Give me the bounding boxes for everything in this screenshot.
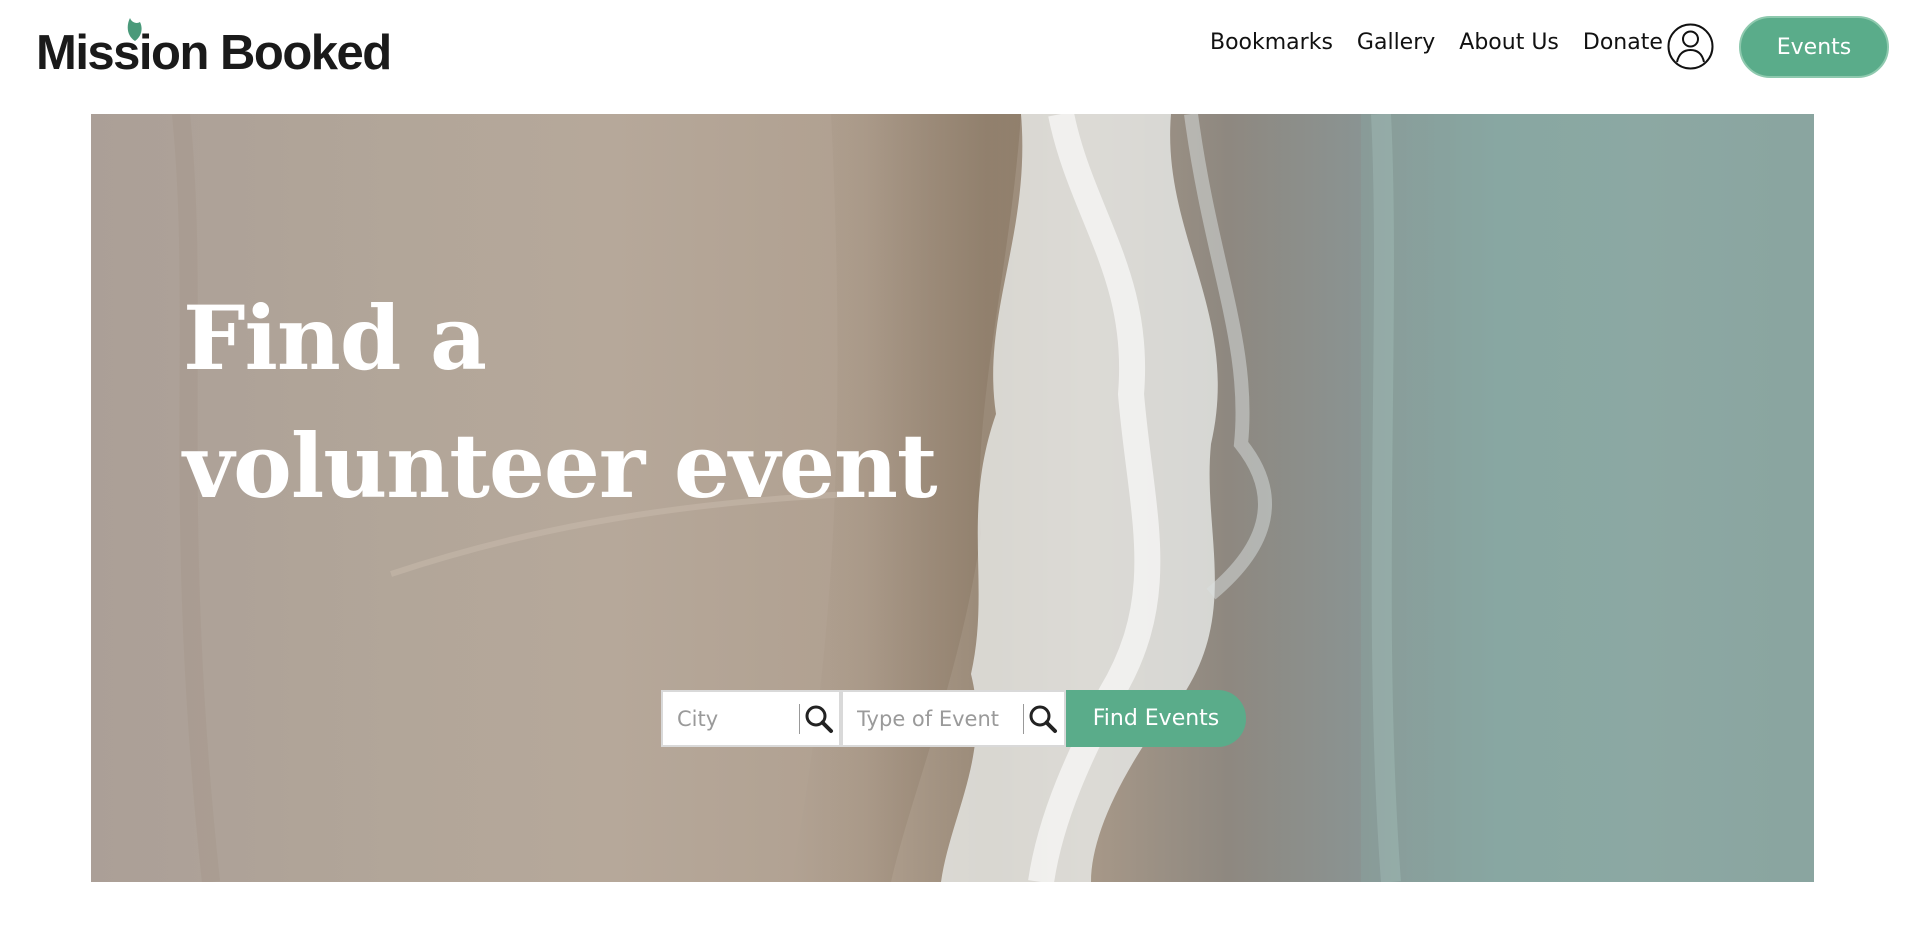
event-type-input[interactable] xyxy=(843,692,1023,745)
event-search-form: Find Events xyxy=(661,690,1246,747)
nav-gallery[interactable]: Gallery xyxy=(1357,30,1435,55)
city-field xyxy=(661,690,841,747)
event-type-field xyxy=(841,690,1066,747)
find-events-button[interactable]: Find Events xyxy=(1066,690,1246,747)
leaf-icon xyxy=(127,18,142,41)
logo-text: Mission Booked xyxy=(36,26,392,80)
hero-banner: Find a volunteer event Find Events xyxy=(91,114,1814,882)
nav-about-us[interactable]: About Us xyxy=(1459,30,1559,55)
main-nav: Bookmarks Gallery About Us Donate xyxy=(1210,30,1663,55)
nav-bookmarks[interactable]: Bookmarks xyxy=(1210,30,1333,55)
search-icon[interactable] xyxy=(1024,700,1062,738)
hero-title: Find a volunteer event xyxy=(183,286,938,518)
nav-donate[interactable]: Donate xyxy=(1583,30,1663,55)
site-header: Mission Booked Bookmarks Gallery About U… xyxy=(0,0,1905,114)
city-input[interactable] xyxy=(663,692,799,745)
site-logo[interactable]: Mission Booked xyxy=(36,18,392,80)
search-icon[interactable] xyxy=(800,700,838,738)
user-icon[interactable] xyxy=(1667,23,1714,70)
events-button[interactable]: Events xyxy=(1739,16,1889,78)
